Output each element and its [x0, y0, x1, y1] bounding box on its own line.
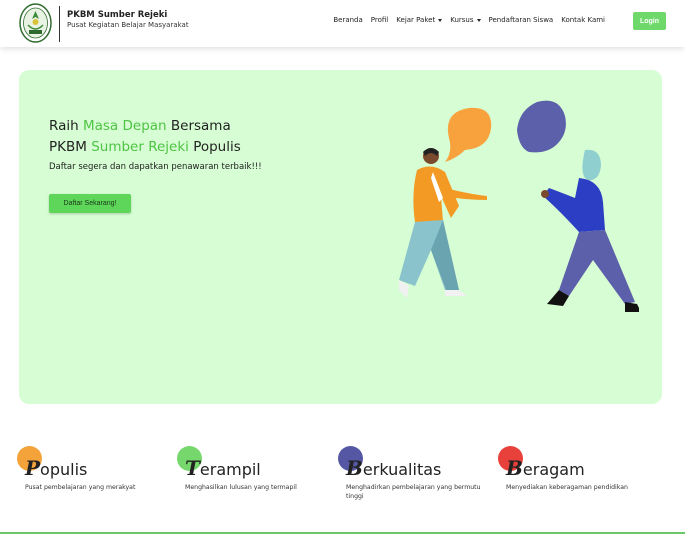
feature-title-rest: erampil — [199, 460, 261, 479]
feature-title-rest: eragam — [522, 460, 585, 479]
caret-down-icon — [476, 18, 481, 22]
nav-pendaftaran-siswa[interactable]: Pendaftaran Siswa — [489, 16, 554, 24]
headline-accent: Masa Depan — [82, 118, 167, 134]
feature-initial: B — [346, 456, 363, 480]
feature-initial: P — [25, 456, 41, 480]
feature-title: Populis — [25, 456, 87, 480]
feature-description: Menghadirkan pembelajaran yang bermutu t… — [346, 484, 481, 500]
headline-text: Bersama — [166, 118, 231, 134]
feature-title: Beragam — [506, 456, 585, 480]
brand-tagline: Pusat Kegiatan Belajar Masyarakat — [67, 21, 189, 29]
login-button[interactable]: Login — [633, 12, 666, 30]
brand-name[interactable]: PKBM Sumber Rejeki — [67, 10, 167, 20]
hero-banner: Raih Masa Depan Bersama PKBM Sumber Reje… — [19, 70, 662, 404]
feature-description: Menghasilkan lulusan yang termapil — [185, 484, 297, 491]
feature-terampil: Terampil Menghasilkan lulusan yang terma… — [177, 446, 327, 506]
feature-beragam: Beragam Menyediakan keberagaman pendidik… — [498, 446, 648, 506]
headline-accent: Sumber Rejeki — [91, 139, 189, 155]
feature-initial: T — [185, 456, 200, 480]
nav-profil[interactable]: Profil — [371, 16, 388, 24]
feature-title-rest: opulis — [40, 460, 88, 479]
nav-label: Pendaftaran Siswa — [488, 16, 554, 24]
nav-kursus-dropdown[interactable]: Kursus — [450, 16, 481, 24]
feature-title: Terampil — [185, 456, 261, 480]
hero-headline-line2: PKBM Sumber Rejeki Populis — [49, 139, 241, 155]
hero-headline-line1: Raih Masa Depan Bersama — [49, 118, 231, 134]
main-nav: Beranda Profil Kejar Paket Kursus Pendaf… — [333, 16, 605, 24]
nav-label: Kursus — [450, 16, 474, 24]
headline-text: Raih — [49, 118, 83, 134]
feature-description: Pusat pembelajaran yang merakyat — [25, 484, 136, 491]
people-talking-illustration — [399, 100, 639, 312]
nav-label: Kontak Kami — [561, 16, 605, 24]
navbar: PKBM Sumber Rejeki Pusat Kegiatan Belaja… — [0, 0, 685, 47]
feature-populis: Populis Pusat pembelajaran yang merakyat — [17, 446, 167, 506]
hero-subtitle: Daftar segera dan dapatkan penawaran ter… — [49, 162, 262, 172]
footer-divider — [0, 532, 685, 534]
nav-label: Profil — [370, 16, 389, 24]
nav-beranda[interactable]: Beranda — [333, 16, 362, 24]
feature-berkualitas: Berkualitas Menghadirkan pembelajaran ya… — [338, 446, 488, 506]
headline-text: PKBM — [49, 139, 92, 155]
nav-kontak-kami[interactable]: Kontak Kami — [561, 16, 605, 24]
brand-divider — [59, 6, 60, 42]
nav-label: Kejar Paket — [396, 16, 436, 24]
school-emblem-icon[interactable] — [19, 3, 52, 43]
register-now-button[interactable]: Daftar Sekarang! — [49, 194, 131, 213]
headline-text: Populis — [188, 139, 241, 155]
nav-label: Beranda — [333, 16, 363, 24]
feature-initial: B — [506, 456, 523, 480]
caret-down-icon — [438, 18, 443, 22]
feature-description: Menyediakan keberagaman pendidikan — [506, 484, 628, 491]
nav-kejar-paket-dropdown[interactable]: Kejar Paket — [396, 16, 443, 24]
feature-title-rest: erkualitas — [362, 460, 442, 479]
feature-title: Berkualitas — [346, 456, 441, 480]
